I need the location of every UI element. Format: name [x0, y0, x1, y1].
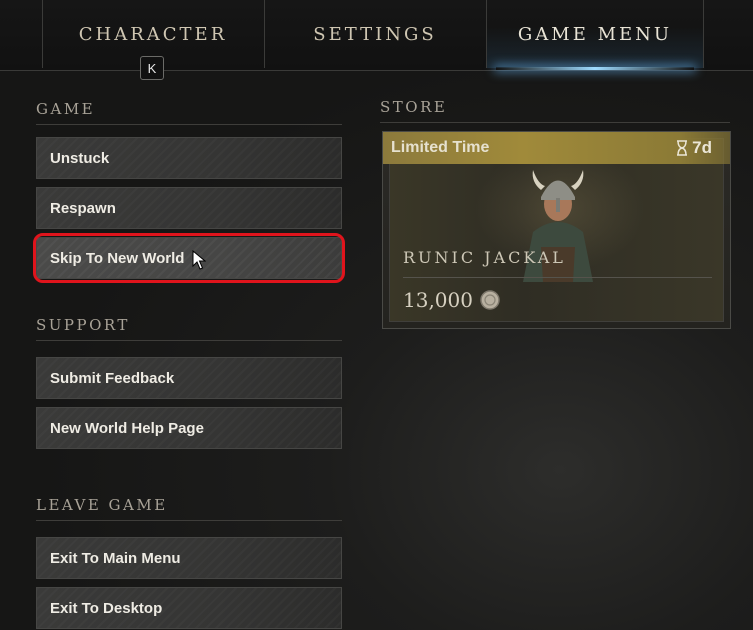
timer-value: 7d [692, 138, 712, 157]
section-title-support: SUPPORT [36, 316, 342, 341]
unstuck-button[interactable]: Unstuck [36, 137, 342, 179]
top-nav: CHARACTER SETTINGS GAME MENU [0, 0, 753, 71]
unstuck-button-label: Unstuck [50, 149, 110, 167]
respawn-button-label: Respawn [50, 199, 116, 217]
exit-to-desktop-button[interactable]: Exit To Desktop [36, 587, 342, 629]
store-item-name: RUNIC JACKAL [403, 248, 566, 267]
respawn-button[interactable]: Respawn [36, 187, 342, 229]
exit-to-desktop-button-label: Exit To Desktop [50, 599, 163, 617]
divider [403, 277, 712, 278]
help-page-button-label: New World Help Page [50, 419, 204, 437]
timer: 7d [676, 138, 712, 158]
submit-feedback-button-label: Submit Feedback [50, 369, 175, 387]
store-item-card[interactable]: Limited Time 7d RUNIC JACKAL 13,000 [382, 131, 731, 329]
store-item-price: 13,000 [403, 288, 501, 312]
tab-character-label: CHARACTER [78, 23, 228, 45]
limited-time-banner: Limited Time 7d [383, 132, 730, 164]
tab-game-menu[interactable]: GAME MENU [486, 0, 704, 70]
hourglass-icon [677, 140, 688, 156]
tab-settings[interactable]: SETTINGS [264, 0, 486, 68]
tab-divider [486, 0, 487, 68]
section-title-leave-game: LEAVE GAME [36, 496, 342, 521]
price-value: 13,000 [403, 288, 473, 312]
tab-divider [264, 0, 265, 68]
tab-game-menu-label: GAME MENU [517, 23, 673, 45]
limited-time-label: Limited Time [391, 139, 490, 156]
section-title-game: GAME [36, 100, 342, 125]
active-tab-indicator [496, 67, 694, 70]
mouse-cursor-icon [192, 250, 206, 270]
tab-divider [703, 0, 704, 68]
exit-to-main-menu-button[interactable]: Exit To Main Menu [36, 537, 342, 579]
section-title-store: STORE [380, 98, 730, 123]
exit-to-main-menu-button-label: Exit To Main Menu [50, 549, 181, 567]
tab-divider [42, 0, 43, 68]
highlight-annotation [33, 233, 345, 283]
help-page-button[interactable]: New World Help Page [36, 407, 342, 449]
keybind-hint: K [140, 56, 164, 80]
currency-coin-icon [480, 290, 500, 310]
submit-feedback-button[interactable]: Submit Feedback [36, 357, 342, 399]
tab-settings-label: SETTINGS [313, 23, 437, 45]
